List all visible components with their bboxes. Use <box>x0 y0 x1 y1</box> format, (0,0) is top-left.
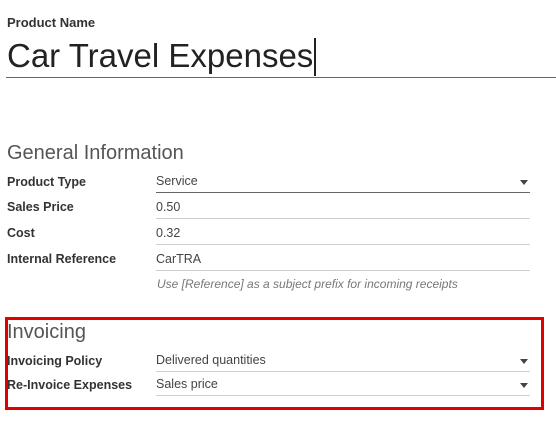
sales-price-value: 0.50 <box>156 200 181 214</box>
sales-price-label: Sales Price <box>7 200 74 214</box>
product-name-text: Car Travel Expenses <box>7 37 314 74</box>
product-type-label: Product Type <box>7 175 86 189</box>
text-cursor <box>314 38 317 76</box>
reinvoice-expenses-value: Sales price <box>156 377 218 391</box>
general-information-title: General Information <box>7 142 184 164</box>
product-type-value: Service <box>156 174 198 188</box>
internal-reference-hint: Use [Reference] as a subject prefix for … <box>157 277 458 291</box>
cost-field[interactable]: 0.32 <box>156 224 530 245</box>
sales-price-field[interactable]: 0.50 <box>156 198 530 219</box>
internal-reference-value: CarTRA <box>156 252 202 266</box>
invoicing-title: Invoicing <box>7 321 86 343</box>
product-name-label: Product Name <box>7 15 96 30</box>
invoicing-policy-select[interactable]: Delivered quantities <box>156 351 530 372</box>
reinvoice-expenses-label: Re-Invoice Expenses <box>7 378 133 392</box>
product-name-input[interactable]: Car Travel Expenses <box>7 36 317 76</box>
reinvoice-expenses-select[interactable]: Sales price <box>156 375 530 396</box>
invoicing-policy-value: Delivered quantities <box>156 353 266 367</box>
product-form: Product Name Car Travel Expenses General… <box>0 0 556 430</box>
internal-reference-label: Internal Reference <box>7 252 117 266</box>
invoicing-policy-label: Invoicing Policy <box>7 354 103 368</box>
product-type-select[interactable]: Service <box>156 172 530 193</box>
chevron-down-icon[interactable] <box>520 383 528 388</box>
cost-value: 0.32 <box>156 226 181 240</box>
chevron-down-icon[interactable] <box>520 180 528 185</box>
cost-label: Cost <box>7 226 35 240</box>
chevron-down-icon[interactable] <box>520 359 528 364</box>
product-name-field[interactable]: Car Travel Expenses <box>6 33 556 78</box>
internal-reference-field[interactable]: CarTRA <box>156 250 530 271</box>
